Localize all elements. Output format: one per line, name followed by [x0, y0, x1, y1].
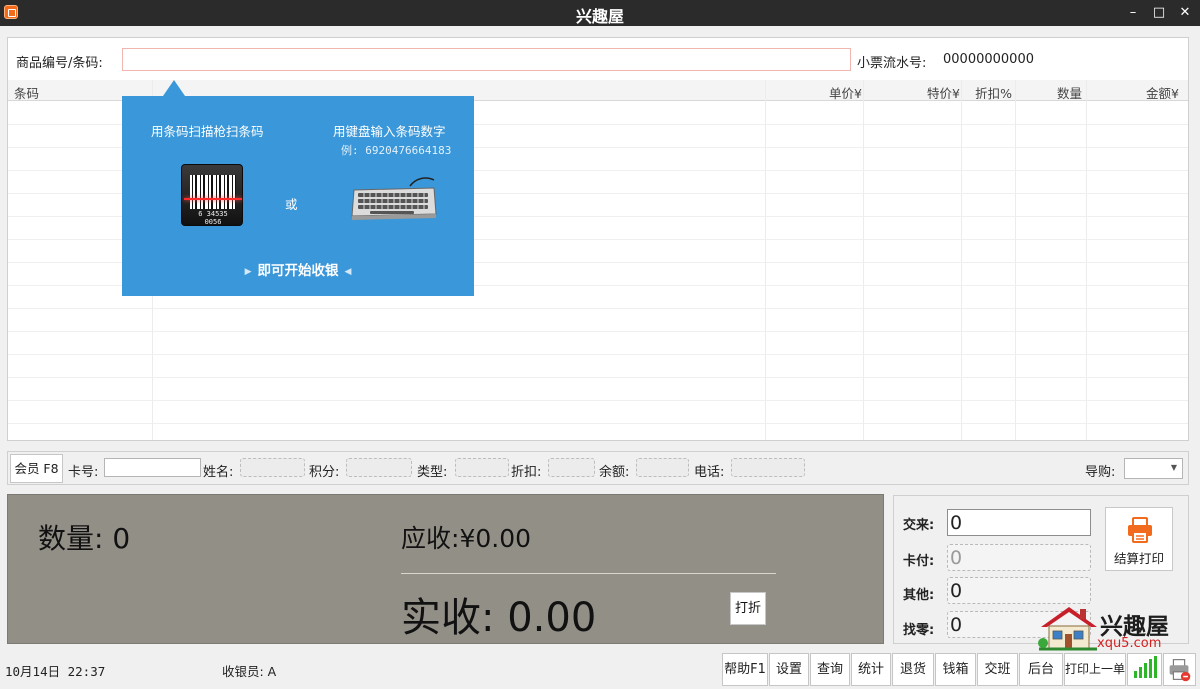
printer-status-icon[interactable] [1163, 653, 1196, 686]
ticket-number-label: 小票流水号: [857, 56, 927, 71]
phone-field [731, 458, 805, 477]
minimize-button[interactable]: – [1122, 3, 1144, 23]
grid-column-divider [1086, 80, 1087, 440]
hint-start: ▶ 即可开始收银 ◀ [244, 263, 352, 279]
guide-select[interactable]: ▼ [1124, 458, 1183, 479]
other-pay-field[interactable]: 0 [947, 577, 1091, 604]
logo-url: xqu5.com [1097, 636, 1162, 651]
card-number-input[interactable] [104, 458, 201, 477]
grid-row-line [8, 354, 1188, 355]
statistics-button[interactable]: 统计 [851, 653, 891, 686]
checkout-print-button[interactable]: 结算打印 [1105, 507, 1173, 571]
name-field [240, 458, 305, 477]
checkout-button-label: 结算打印 [1113, 551, 1164, 566]
discount-button[interactable]: 打折 [730, 592, 766, 625]
print-last-receipt-button[interactable]: 打印上一单 [1064, 653, 1126, 686]
chevron-down-icon: ▼ [1170, 463, 1177, 472]
grid-row-line [8, 423, 1188, 424]
help-button[interactable]: 帮助F1 [722, 653, 768, 686]
totals-panel: 数量: 0 应收:¥0.00 实收: 0.00 打折 [7, 494, 884, 644]
house-icon [1038, 607, 1097, 651]
window-title: 兴趣屋 [575, 7, 624, 26]
change-label: 找零: [903, 623, 935, 638]
member-button[interactable]: 会员 F8 [10, 454, 63, 483]
column-discount[interactable]: 折扣% [970, 83, 1012, 102]
hint-example: 例: 6920476664183 [341, 144, 452, 157]
status-datetime: 10月14日 22:37 [5, 664, 106, 679]
type-field [455, 458, 509, 477]
column-unit-price[interactable]: 单价¥ [774, 83, 862, 102]
grid-row-line [8, 308, 1188, 309]
signal-icon[interactable] [1127, 653, 1162, 686]
close-button[interactable]: ✕ [1174, 3, 1196, 23]
status-cashier: 收银员: A [222, 664, 277, 679]
other-pay-label: 其他: [903, 588, 935, 603]
hint-or: 或 [285, 197, 298, 212]
totals-divider [401, 573, 776, 574]
printer-icon [1128, 517, 1152, 543]
ticket-number-value: 00000000000 [943, 52, 1034, 67]
title-bar: 兴趣屋 – □ ✕ [0, 0, 1200, 26]
balance-label: 余额: [599, 465, 630, 480]
amount-paid: 实收: 0.00 [401, 595, 597, 641]
column-barcode[interactable]: 条码 [14, 83, 39, 102]
card-pay-label: 卡付: [903, 554, 935, 569]
card-number-label: 卡号: [68, 465, 99, 480]
member-bar: 会员 F8 卡号: 姓名: 积分: 类型: 折扣: 余额: 电话: 导购: ▼ [7, 451, 1189, 485]
barcode-digits: 6 34535 0056 [198, 210, 228, 226]
grid-column-divider [765, 80, 766, 440]
grid-column-divider [1015, 80, 1016, 440]
cash-drawer-button[interactable]: 钱箱 [935, 653, 976, 686]
backend-button[interactable]: 后台 [1019, 653, 1063, 686]
grid-column-divider [863, 80, 864, 440]
query-button[interactable]: 查询 [810, 653, 850, 686]
quantity-total: 数量: 0 [38, 522, 131, 555]
column-quantity[interactable]: 数量 [1024, 83, 1082, 102]
barcode-scanner-icon: 6 34535 0056 [181, 164, 243, 226]
type-label: 类型: [417, 465, 448, 480]
cash-label: 交来: [903, 518, 935, 533]
guide-label: 导购: [1085, 465, 1116, 480]
hint-scan-text: 用条码扫描枪扫条码 [151, 124, 264, 139]
barcode-input[interactable] [122, 48, 851, 71]
balance-field [636, 458, 689, 477]
points-field [346, 458, 412, 477]
scan-hint-popup: 用条码扫描枪扫条码 用键盘输入条码数字 例: 6920476664183 6 3… [122, 80, 474, 296]
grid-row-line [8, 400, 1188, 401]
maximize-button[interactable]: □ [1148, 3, 1170, 23]
amount-due: 应收:¥0.00 [401, 524, 532, 553]
cash-input[interactable]: 0 [947, 509, 1091, 536]
brand-logo: 兴趣屋 xqu5.com [1037, 603, 1187, 651]
column-special-price[interactable]: 特价¥ [872, 83, 960, 102]
card-pay-field: 0 [947, 544, 1091, 571]
settings-button[interactable]: 设置 [769, 653, 809, 686]
search-label: 商品编号/条码: [16, 56, 103, 71]
return-button[interactable]: 退货 [892, 653, 934, 686]
grid-column-divider [961, 80, 962, 440]
shift-handover-button[interactable]: 交班 [977, 653, 1018, 686]
column-amount[interactable]: 金额¥ [1095, 83, 1179, 102]
discount-field [548, 458, 595, 477]
name-label: 姓名: [203, 465, 234, 480]
hint-keyboard-text: 用键盘输入条码数字 [333, 124, 446, 139]
grid-row-line [8, 331, 1188, 332]
hint-pointer [163, 80, 185, 96]
phone-label: 电话: [694, 465, 725, 480]
keyboard-icon [351, 177, 437, 220]
grid-row-line [8, 377, 1188, 378]
discount-label: 折扣: [511, 465, 542, 480]
points-label: 积分: [309, 465, 340, 480]
